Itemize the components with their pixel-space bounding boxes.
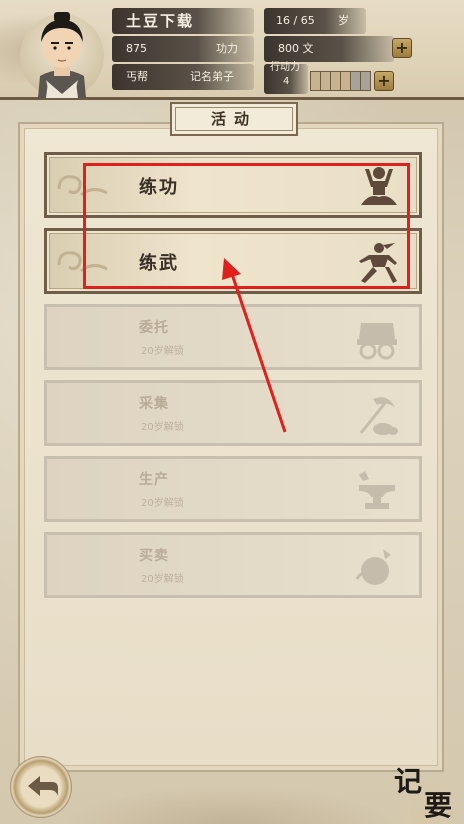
- cloud-decoration: [60, 785, 400, 824]
- notes-button[interactable]: 记 要: [384, 754, 462, 824]
- notes-char-2: 要: [424, 789, 453, 822]
- pointer-arrow-icon: [222, 258, 287, 433]
- back-arrow-icon: [28, 776, 58, 796]
- notes-char-1: 记: [394, 765, 423, 798]
- back-button[interactable]: [10, 756, 72, 818]
